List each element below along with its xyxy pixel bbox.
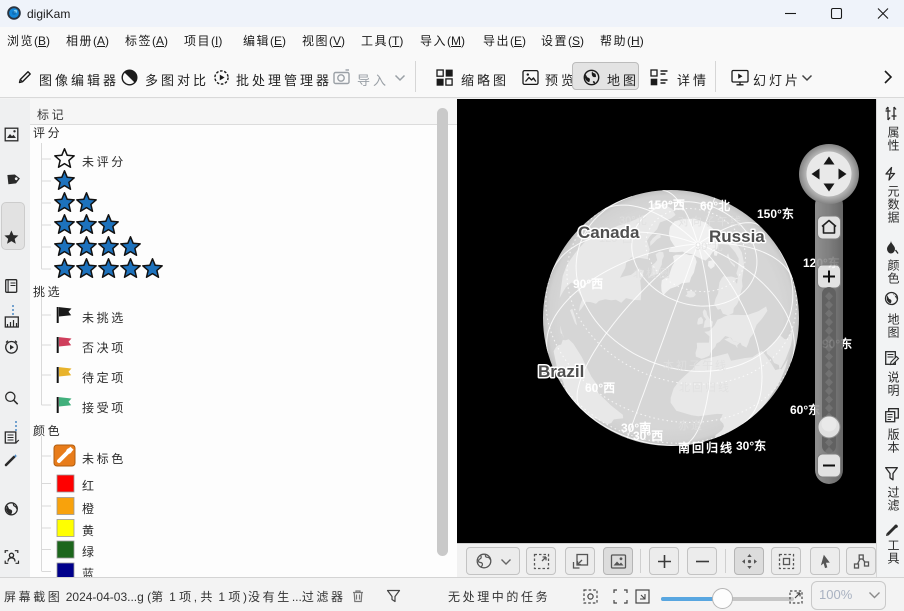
svg-text:Brazil: Brazil bbox=[538, 362, 584, 381]
svg-text:60°北: 60°北 bbox=[700, 198, 730, 213]
svg-text:150°东: 150°东 bbox=[757, 206, 794, 221]
svg-text:60°西: 60°西 bbox=[585, 381, 615, 395]
svg-text:南回归线: 南回归线 bbox=[678, 440, 734, 455]
svg-text:30°西: 30°西 bbox=[633, 429, 663, 443]
svg-text:150°西: 150°西 bbox=[648, 198, 685, 212]
svg-text:对向子午线: 对向子午线 bbox=[678, 214, 743, 228]
svg-text:90°西: 90°西 bbox=[573, 277, 603, 291]
svg-text:本初子午线: 本初子午线 bbox=[663, 358, 728, 372]
svg-text:北极圈: 北极圈 bbox=[633, 266, 672, 280]
svg-text:Russia: Russia bbox=[709, 227, 765, 246]
svg-text:北回归线: 北回归线 bbox=[679, 380, 731, 394]
svg-text:Canada: Canada bbox=[578, 223, 640, 242]
svg-text:30°东: 30°东 bbox=[736, 438, 766, 453]
svg-text:赤道: 赤道 bbox=[678, 418, 704, 432]
